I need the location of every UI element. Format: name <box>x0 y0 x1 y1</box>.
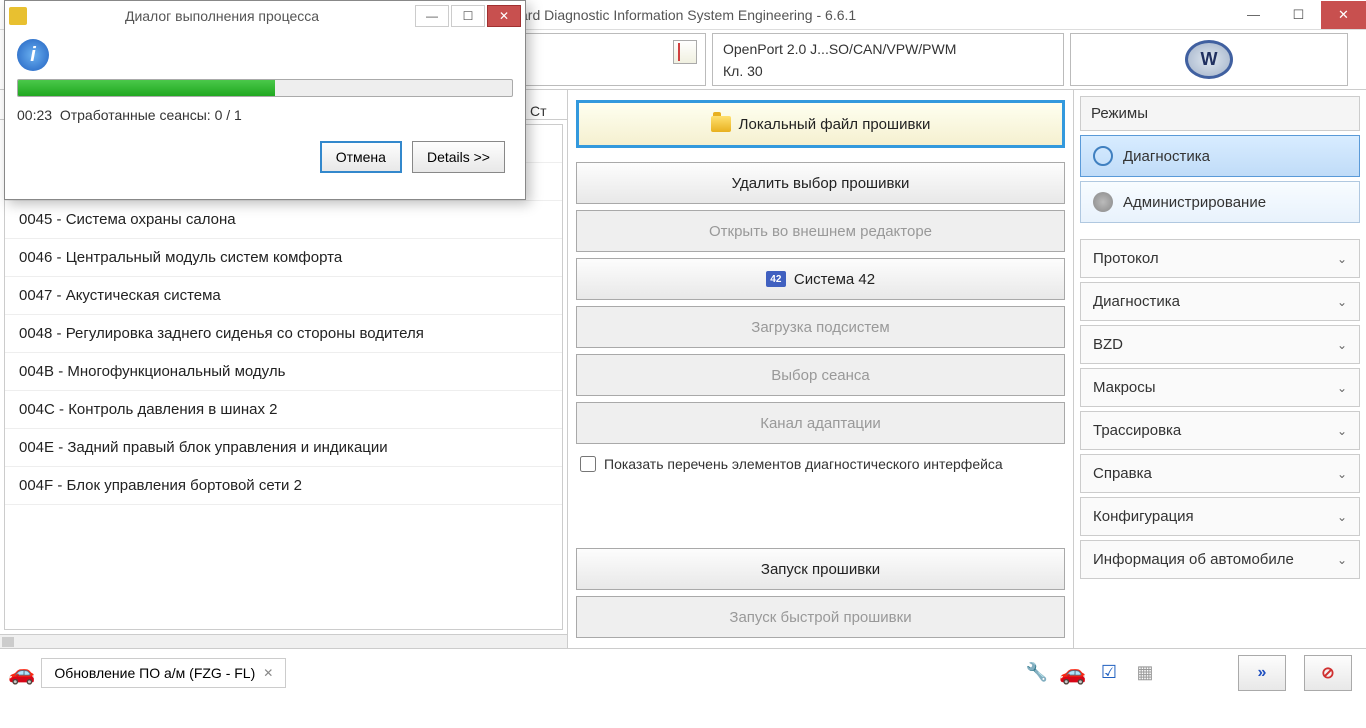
checkbox-label: Показать перечень элементов диагностичес… <box>604 456 1003 472</box>
chevron-down-icon: ⌄ <box>1337 510 1347 524</box>
horizontal-scrollbar[interactable] <box>0 634 567 648</box>
gear-icon <box>1093 192 1113 212</box>
terminal-label: Кл. 30 <box>723 63 1053 79</box>
system42-icon: 42 <box>766 271 786 287</box>
load-subsystems-button[interactable]: Загрузка подсистем <box>576 306 1065 348</box>
dialog-app-icon <box>9 7 27 25</box>
chevron-down-icon: ⌄ <box>1337 381 1347 395</box>
section-vehicle-info[interactable]: Информация об автомобиле⌄ <box>1080 540 1360 579</box>
minimize-button[interactable]: — <box>1231 1 1276 29</box>
dialog-cancel-button[interactable]: Отмена <box>320 141 402 173</box>
chevron-down-icon: ⌄ <box>1337 467 1347 481</box>
calendar-icon[interactable]: ▦ <box>1130 658 1160 688</box>
tab-stub[interactable]: Ст <box>530 103 547 119</box>
delete-firmware-selection-button[interactable]: Удалить выбор прошивки <box>576 162 1065 204</box>
section-tracing[interactable]: Трассировка⌄ <box>1080 411 1360 450</box>
vw-logo-icon: W <box>1185 40 1233 79</box>
bottom-tab-label: Обновление ПО а/м (FZG - FL) <box>54 665 255 681</box>
local-firmware-file-button[interactable]: Локальный файл прошивки <box>576 100 1065 148</box>
section-bzd[interactable]: BZD⌄ <box>1080 325 1360 364</box>
dialog-details-button[interactable]: Details >> <box>412 141 505 173</box>
list-item[interactable]: 004B - Многофункциональный модуль <box>5 353 562 391</box>
bottom-bar: 🚗 Обновление ПО а/м (FZG - FL) ✕ 🔧 🚗 ☑ ▦… <box>0 648 1366 696</box>
checklist-icon[interactable]: ☑ <box>1094 658 1124 688</box>
list-item[interactable]: 004F - Блок управления бортовой сети 2 <box>5 467 562 505</box>
info-icon: i <box>17 39 49 71</box>
mode-administration-button[interactable]: Администрирование <box>1080 181 1360 223</box>
chevron-down-icon: ⌄ <box>1337 338 1347 352</box>
device-name: OpenPort 2.0 J...SO/CAN/VPW/PWM <box>723 41 1053 57</box>
dialog-maximize-button[interactable]: ☐ <box>451 5 485 27</box>
modes-header: Режимы <box>1080 96 1360 131</box>
chevron-down-icon: ⌄ <box>1337 553 1347 567</box>
dialog-title: Диалог выполнения процесса <box>31 8 413 24</box>
stethoscope-icon <box>1093 146 1113 166</box>
dialog-close-button[interactable]: ✕ <box>487 5 521 27</box>
list-item[interactable]: 0048 - Регулировка заднего сиденья со ст… <box>5 315 562 353</box>
chevron-down-icon: ⌄ <box>1337 252 1347 266</box>
adaptation-channel-button[interactable]: Канал адаптации <box>576 402 1065 444</box>
elapsed-time: 00:23 <box>17 107 52 123</box>
list-item[interactable]: 0046 - Центральный модуль систем комфорт… <box>5 239 562 277</box>
progress-fill <box>18 80 275 96</box>
dialog-status: 00:23 Отработанные сеансы: 0 / 1 <box>17 107 513 123</box>
section-diagnostics[interactable]: Диагностика⌄ <box>1080 282 1360 321</box>
logo-cell: W <box>1070 33 1348 86</box>
chevron-down-icon: ⌄ <box>1337 424 1347 438</box>
car-toolbar-icon[interactable]: 🚗 <box>1058 658 1088 688</box>
progress-dialog: Диалог выполнения процесса — ☐ ✕ i 00:23… <box>4 0 526 200</box>
car-icon: 🚗 <box>8 660 35 686</box>
run-flash-button[interactable]: Запуск прошивки <box>576 548 1065 590</box>
cancel-round-button[interactable]: ⊘ <box>1304 655 1352 691</box>
list-item[interactable]: 004C - Контроль давления в шинах 2 <box>5 391 562 429</box>
list-item[interactable]: 004E - Задний правый блок управления и и… <box>5 429 562 467</box>
section-help[interactable]: Справка⌄ <box>1080 454 1360 493</box>
list-item[interactable]: 0045 - Система охраны салона <box>5 201 562 239</box>
notepad-icon[interactable] <box>673 40 697 64</box>
dialog-body: i 00:23 Отработанные сеансы: 0 / 1 Отмен… <box>5 31 525 181</box>
session-select-button[interactable]: Выбор сеанса <box>576 354 1065 396</box>
system-42-button[interactable]: 42 Система 42 <box>576 258 1065 300</box>
bottom-toolbar: 🔧 🚗 ☑ ▦ » ⊘ <box>1022 655 1358 691</box>
show-diag-elements-checkbox-row: Показать перечень элементов диагностичес… <box>576 450 1065 478</box>
bottom-tab[interactable]: Обновление ПО а/м (FZG - FL) ✕ <box>41 658 286 688</box>
dialog-buttons: Отмена Details >> <box>17 141 513 173</box>
open-external-editor-button[interactable]: Открыть во внешнем редакторе <box>576 210 1065 252</box>
window-controls: — ☐ ✕ <box>1231 1 1366 29</box>
wrench-icon[interactable]: 🔧 <box>1022 658 1052 688</box>
list-item[interactable]: 0047 - Акустическая система <box>5 277 562 315</box>
mode-diagnostics-button[interactable]: Диагностика <box>1080 135 1360 177</box>
run-fast-flash-button[interactable]: Запуск быстрой прошивки <box>576 596 1065 638</box>
dialog-titlebar: Диалог выполнения процесса — ☐ ✕ <box>5 1 525 31</box>
section-macros[interactable]: Макросы⌄ <box>1080 368 1360 407</box>
progress-bar <box>17 79 513 97</box>
right-column: Режимы Диагностика Администрирование Про… <box>1073 90 1366 648</box>
section-configuration[interactable]: Конфигурация⌄ <box>1080 497 1360 536</box>
section-protocol[interactable]: Протокол⌄ <box>1080 239 1360 278</box>
forward-button[interactable]: » <box>1238 655 1286 691</box>
chevron-down-icon: ⌄ <box>1337 295 1347 309</box>
dialog-minimize-button[interactable]: — <box>415 5 449 27</box>
close-tab-icon[interactable]: ✕ <box>263 666 273 680</box>
close-button[interactable]: ✕ <box>1321 1 1366 29</box>
interface-info-cell: OpenPort 2.0 J...SO/CAN/VPW/PWM Кл. 30 <box>712 33 1064 86</box>
show-diag-elements-checkbox[interactable] <box>580 456 596 472</box>
middle-column: Локальный файл прошивки Удалить выбор пр… <box>568 90 1073 648</box>
maximize-button[interactable]: ☐ <box>1276 1 1321 29</box>
folder-icon <box>711 116 731 132</box>
sessions-counter: Отработанные сеансы: 0 / 1 <box>60 107 242 123</box>
